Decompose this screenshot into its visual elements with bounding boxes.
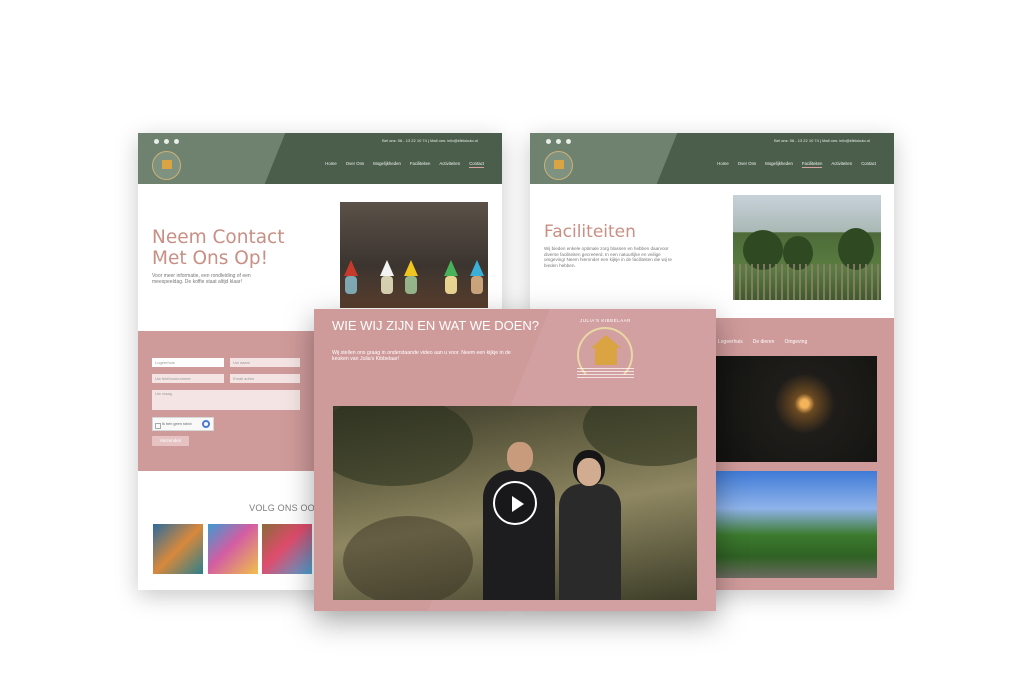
person-woman (559, 458, 621, 600)
tab-de-dieren[interactable]: De dieren (753, 339, 775, 345)
nav-activiteiten[interactable]: Activiteiten (831, 161, 852, 168)
email-field[interactable]: Email adres (230, 374, 300, 383)
nav-home[interactable]: Home (717, 161, 728, 168)
section-subtitle: Wij stellen ons graag in onderstaande vi… (332, 350, 511, 363)
facebook-image[interactable] (262, 524, 312, 574)
facebook-image[interactable] (208, 524, 258, 574)
page-title: Neem Contact Met Ons Op! (152, 227, 285, 269)
nav-activiteiten[interactable]: Activiteiten (439, 161, 460, 168)
garden-photo (733, 195, 881, 300)
send-button[interactable]: Verzenden (152, 436, 189, 446)
julias-kibbelaar-logo: JULIA'S KIBBELAAR (571, 313, 640, 395)
name-field[interactable]: Uw naam (230, 358, 300, 367)
about-video-mockup: WIE WIJ ZIJN EN WAT WE DOEN? Wij stellen… (314, 309, 716, 611)
main-nav: Home Over Ons Mogelijkheden Faciliteiten… (717, 161, 876, 168)
contact-line: Bel ons: 06 - 13 22 10 74 | Mail ons: in… (774, 138, 870, 143)
tab-omgeving[interactable]: Omgeving (784, 339, 807, 345)
contact-line: Bel ons: 06 - 13 22 10 74 | Mail ons: in… (382, 138, 478, 143)
phone-field[interactable]: Uw telefoonnummer (152, 374, 224, 383)
nav-contact[interactable]: Contact (469, 161, 484, 168)
nav-mogelijkheden[interactable]: Mogelijkheden (373, 161, 401, 168)
nav-faciliteiten[interactable]: Faciliteiten (801, 161, 823, 168)
linkedin-icon[interactable] (566, 139, 571, 144)
captcha-checkbox[interactable] (155, 423, 161, 429)
site-header: Bel ons: 06 - 13 22 10 74 | Mail ons: in… (530, 133, 894, 184)
linkedin-icon[interactable] (174, 139, 179, 144)
site-logo[interactable] (152, 151, 181, 180)
site-logo[interactable] (544, 151, 573, 180)
nav-mogelijkheden[interactable]: Mogelijkheden (765, 161, 793, 168)
instagram-icon[interactable] (164, 139, 169, 144)
nav-contact[interactable]: Contact (861, 161, 876, 168)
garden-day-photo[interactable] (716, 471, 877, 578)
intro-text: Wij bieden enkele optimale zorg blassen … (544, 246, 672, 268)
house-night-photo[interactable] (716, 356, 877, 462)
section-title: WIE WIJ ZIJN EN WAT WE DOEN? (332, 318, 540, 333)
recaptcha-box[interactable]: Ik ben geen robot (152, 417, 214, 431)
facebook-icon[interactable] (546, 139, 551, 144)
nav-over-ons[interactable]: Over Ons (738, 161, 756, 168)
tab-logeerhuis[interactable]: Logeerhuis (718, 339, 743, 345)
site-header: Bel ons: 06 - 13 22 10 74 | Mail ons: in… (138, 133, 502, 184)
nav-faciliteiten[interactable]: Faciliteiten (410, 161, 431, 168)
nav-over-ons[interactable]: Over Ons (346, 161, 364, 168)
logo-text: JULIA'S KIBBELAAR (580, 318, 631, 323)
instagram-icon[interactable] (556, 139, 561, 144)
captcha-label: Ik ben geen robot (162, 422, 192, 426)
category-select[interactable]: Logeerhuis (152, 358, 224, 367)
facility-tabs: Logeerhuis De dieren Omgeving (718, 339, 807, 345)
play-icon[interactable] (493, 481, 537, 525)
facebook-icon[interactable] (154, 139, 159, 144)
intro-text: Voor meer informatie, een rondleiding of… (152, 273, 251, 285)
social-links (154, 139, 179, 144)
social-links (546, 139, 571, 144)
message-field[interactable]: Uw vraag (152, 390, 300, 410)
nav-home[interactable]: Home (325, 161, 336, 168)
page-title: Faciliteiten (544, 222, 636, 242)
recaptcha-icon (202, 420, 210, 428)
video-player[interactable] (333, 406, 697, 600)
main-nav: Home Over Ons Mogelijkheden Faciliteiten… (325, 161, 484, 168)
facebook-image[interactable] (153, 524, 203, 574)
house-icon (595, 347, 617, 365)
gnome-photo (340, 202, 488, 308)
